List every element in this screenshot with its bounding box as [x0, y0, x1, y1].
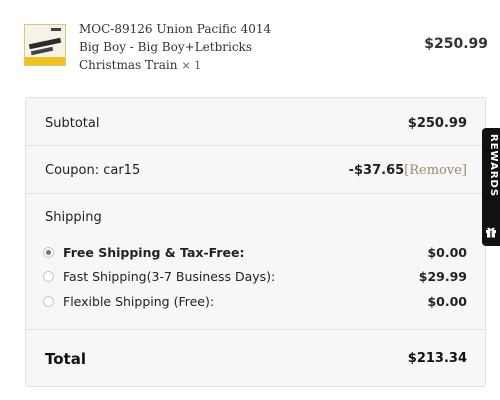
coupon-discount: -$37.65 [348, 163, 405, 178]
product-quantity: × 1 [181, 59, 202, 72]
radio-button[interactable] [43, 271, 54, 282]
coupon-label: Coupon: car15 [45, 163, 141, 178]
shipping-option-label: Flexible Shipping (Free): [63, 294, 215, 309]
radio-button[interactable] [43, 247, 54, 258]
product-name-line: Christmas Train × 1 [79, 56, 329, 75]
shipping-option-price: $0.00 [427, 294, 467, 309]
gift-icon [486, 227, 496, 238]
product-thumbnail[interactable] [24, 24, 66, 66]
order-summary: Subtotal $250.99 Coupon: car15 -$37.65[R… [25, 97, 486, 387]
divider [26, 145, 485, 146]
product-name-text: Christmas Train [79, 58, 178, 72]
box-stripe [25, 57, 65, 65]
rewards-label: REWARDS [488, 134, 499, 198]
cart-item: MOC-89126 Union Pacific 4014 Big Boy - B… [24, 20, 488, 72]
product-price: $250.99 [424, 36, 488, 52]
shipping-option-price: $0.00 [427, 245, 467, 260]
shipping-option-fast[interactable]: Fast Shipping(3-7 Business Days): $29.99 [43, 269, 467, 287]
product-name-line: MOC-89126 Union Pacific 4014 [79, 22, 272, 36]
product-name: MOC-89126 Union Pacific 4014 Big Boy - B… [79, 20, 329, 75]
shipping-option-label: Free Shipping & Tax-Free: [63, 245, 245, 260]
radio-button[interactable] [43, 296, 54, 307]
shipping-option-price: $29.99 [418, 269, 467, 284]
shipping-title: Shipping [45, 210, 102, 225]
shipping-option-flexible[interactable]: Flexible Shipping (Free): $0.00 [43, 294, 467, 312]
total-value: $213.34 [407, 351, 467, 366]
shipping-option-label: Fast Shipping(3-7 Business Days): [63, 269, 276, 284]
shipping-option-free[interactable]: Free Shipping & Tax-Free: $0.00 [43, 245, 467, 263]
subtotal-label: Subtotal [45, 116, 100, 131]
rewards-tab[interactable]: REWARDS [482, 128, 500, 246]
box-tag [51, 28, 61, 31]
total-label: Total [45, 350, 86, 368]
subtotal-value: $250.99 [407, 116, 467, 131]
product-name-line: Big Boy - Big Boy+Letbricks [79, 40, 252, 54]
coupon-row-value: -$37.65[Remove] [349, 163, 467, 178]
divider [26, 329, 485, 330]
coupon-remove-link[interactable]: [Remove] [404, 163, 467, 178]
divider [26, 193, 485, 194]
